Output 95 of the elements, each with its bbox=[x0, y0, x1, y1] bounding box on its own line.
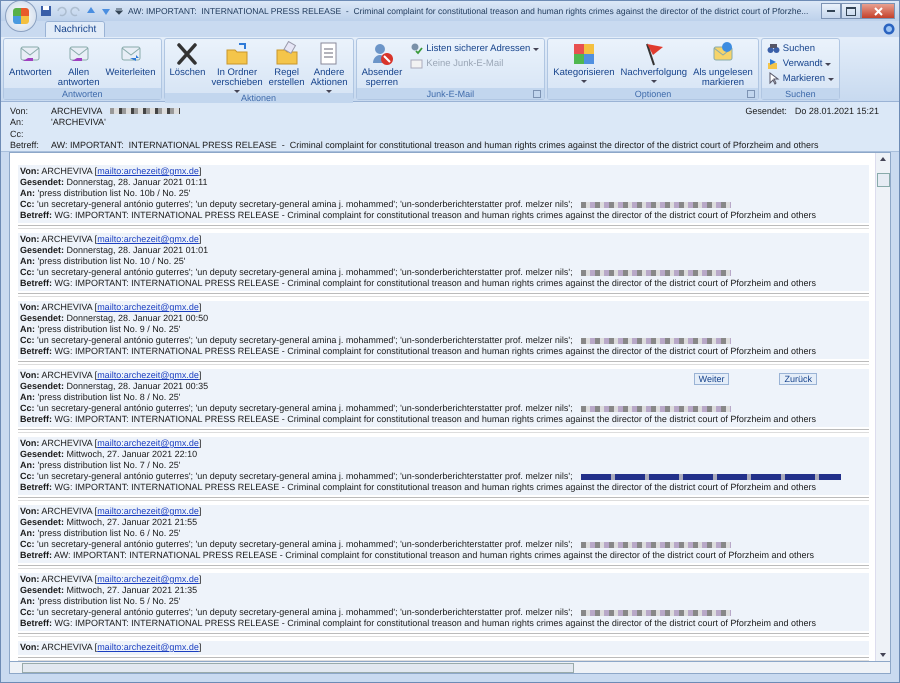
sender-line: Von: ARCHEVIVA [mailto:archezeit@gmx.de] bbox=[20, 642, 202, 653]
close-button[interactable] bbox=[861, 3, 895, 19]
header-label: Betreff: bbox=[10, 140, 40, 150]
sender-line: Von: ARCHEVIVA [mailto:archezeit@gmx.de] bbox=[20, 302, 202, 313]
header-line: Gesendet: Mittwoch, 27. Januar 2021 21:55 bbox=[20, 517, 198, 528]
sender-line: Von: ARCHEVIVA [mailto:archezeit@gmx.de] bbox=[20, 166, 202, 177]
header-line: Gesendet: Mittwoch, 27. Januar 2021 21:35 bbox=[20, 585, 198, 596]
email-link[interactable]: mailto:archezeit@gmx.de bbox=[97, 574, 199, 584]
header-label: Cc: bbox=[10, 128, 24, 139]
ribbon-button[interactable]: Suchen bbox=[764, 41, 818, 56]
header-line: Betreff: WG: IMPORTANT: INTERNATIONAL PRESS RELEASE - Criminal complaint for constitutional treason and human rights crimes against the director of the district court of Pforzheim and others bbox=[20, 346, 816, 357]
caret-icon bbox=[650, 80, 657, 83]
ribbon-button[interactable]: Absender sperren bbox=[358, 41, 406, 88]
header-line: An: 'press distribution list No. 9 / No. 25' bbox=[20, 324, 180, 335]
ribbon-button[interactable]: Kategorisieren bbox=[550, 41, 618, 83]
window-title: AW: IMPORTANT: INTERNATIONAL PRESS RELEASE - Criminal complaint for constitutional treason and human rights crimes against the director of the district court of Pforzhe... bbox=[128, 6, 810, 16]
dialog-launcher-icon[interactable] bbox=[533, 90, 542, 98]
group-label: Junk-E-Mail bbox=[426, 88, 474, 98]
caret-icon bbox=[828, 78, 834, 81]
header-value: Do 28.01.2021 15:21 bbox=[794, 106, 879, 116]
caret-icon bbox=[580, 80, 587, 83]
header-line: Cc: 'un secretary-general antónio guterres'; 'un deputy secretary-general amina j. mohammed'; 'un-sonderberichterstatter prof. melzer nils'; bbox=[20, 403, 573, 414]
header-line: Cc: 'un secretary-general antónio guterres'; 'un deputy secretary-general amina j. mohammed'; 'un-sonderberichterstatter prof. melzer nils'; bbox=[20, 335, 573, 346]
header-label: An: bbox=[10, 117, 25, 128]
header-line: An: 'press distribution list No. 10b / No. 25' bbox=[20, 188, 191, 199]
sender-line: Von: ARCHEVIVA [mailto:archezeit@gmx.de] bbox=[20, 234, 202, 245]
dialog-launcher-icon[interactable] bbox=[746, 90, 755, 98]
header-line: Cc: 'un secretary-general antónio guterres'; 'un deputy secretary-general amina j. mohammed'; 'un-sonderberichterstatter prof. melzer nils'; bbox=[20, 267, 573, 278]
header-line: An: 'press distribution list No. 10 / No. 25' bbox=[20, 256, 186, 267]
header-value: 'ARCHEVIVA' bbox=[51, 117, 106, 128]
header-line: Betreff: WG: IMPORTANT: INTERNATIONAL PRESS RELEASE - Criminal complaint for constitutional treason and human rights crimes against the director of the district court of Pforzheim and others bbox=[20, 278, 816, 289]
ribbon-button[interactable]: Als ungelesen markieren bbox=[690, 41, 756, 88]
email-link[interactable]: mailto:archezeit@gmx.de bbox=[97, 506, 199, 516]
header-line: Betreff: WG: IMPORTANT: INTERNATIONAL PRESS RELEASE - Criminal complaint for constitutional treason and human rights crimes against the director of the district court of Pforzheim and others bbox=[20, 414, 816, 425]
header-line: Betreff: WG: IMPORTANT: INTERNATIONAL PRESS RELEASE - Criminal complaint for constitutional treason and human rights crimes against the director of the district court of Pforzheim and others bbox=[20, 482, 816, 493]
email-link[interactable]: mailto:archezeit@gmx.de bbox=[97, 438, 199, 448]
header-line: Betreff: WG: IMPORTANT: INTERNATIONAL PRESS RELEASE - Criminal complaint for constitutional treason and human rights crimes against the director of the district court of Pforzheim and others bbox=[20, 618, 816, 629]
header-line: Cc: 'un secretary-general antónio guterres'; 'un deputy secretary-general amina j. mohammed'; 'un-sonderberichterstatter prof. melzer nils'; bbox=[20, 199, 573, 210]
sender-line: Von: ARCHEVIVA [mailto:archezeit@gmx.de] bbox=[20, 506, 202, 517]
ribbon-button[interactable]: Verwandt bbox=[764, 56, 834, 71]
ribbon-tab[interactable]: Nachricht bbox=[45, 21, 106, 37]
save-icon[interactable] bbox=[40, 5, 52, 17]
header-line: An: 'press distribution list No. 6 / No. 25' bbox=[20, 528, 180, 539]
group-label: Optionen bbox=[634, 88, 672, 98]
header-label: Gesendet: bbox=[745, 106, 787, 116]
close-icon bbox=[874, 6, 882, 16]
header-line: Betreff: WG: IMPORTANT: INTERNATIONAL PRESS RELEASE - Criminal complaint for constitutional treason and human rights crimes against the director of the district court of Pforzheim and others bbox=[20, 210, 816, 221]
header-line: Cc: 'un secretary-general antónio guterres'; 'un deputy secretary-general amina j. mohammed'; 'un-sonderberichterstatter prof. melzer nils'; bbox=[20, 607, 573, 618]
email-link[interactable]: mailto:archezeit@gmx.de bbox=[97, 234, 199, 244]
email-link[interactable]: mailto:archezeit@gmx.de bbox=[97, 642, 199, 652]
nav-button[interactable]: Weiter bbox=[694, 373, 730, 385]
ribbon-button[interactable]: Listen sicherer Adressen bbox=[407, 41, 542, 56]
header-line: An: 'press distribution list No. 5 / No. 25' bbox=[20, 596, 180, 607]
ribbon-button[interactable]: Weiterleiten bbox=[102, 41, 159, 78]
group-label: Suchen bbox=[785, 88, 816, 98]
find-icon bbox=[766, 42, 780, 55]
ribbon-button[interactable]: Antworten bbox=[6, 41, 55, 78]
redaction-block bbox=[110, 108, 180, 114]
header-line: Gesendet: Mittwoch, 27. Januar 2021 22:10 bbox=[20, 449, 198, 460]
header-line: Gesendet: Donnerstag, 28. Januar 2021 00:50 bbox=[20, 313, 208, 324]
caret-icon bbox=[825, 63, 832, 66]
email-link[interactable]: mailto:archezeit@gmx.de bbox=[97, 166, 199, 176]
header-line: Cc: 'un secretary-general antónio guterres'; 'un deputy secretary-general amina j. mohammed'; 'un-sonderberichterstatter prof. melzer nils'; bbox=[20, 539, 573, 550]
sender-line: Von: ARCHEVIVA [mailto:archezeit@gmx.de] bbox=[20, 370, 202, 381]
nav-button[interactable]: Zurück bbox=[779, 373, 817, 385]
header-line: An: 'press distribution list No. 7 / No. 25' bbox=[20, 460, 180, 471]
ribbon-button[interactable]: Allen antworten bbox=[54, 41, 103, 88]
sender-line: Von: ARCHEVIVA [mailto:archezeit@gmx.de] bbox=[20, 438, 202, 449]
header-line: Cc: 'un secretary-general antónio guterres'; 'un deputy secretary-general amina j. mohammed'; 'un-sonderberichterstatter prof. melzer nils'; bbox=[20, 471, 573, 482]
group-label: Aktionen bbox=[241, 93, 276, 103]
header-value: AW: IMPORTANT: INTERNATIONAL PRESS RELEASE - Criminal complaint for constitutional treason and human rights crimes against the director of the district court of Pforzheim and others bbox=[51, 140, 818, 150]
redo-icon[interactable] bbox=[70, 5, 82, 17]
header-line: Betreff: AW: IMPORTANT: INTERNATIONAL PRESS RELEASE - Criminal complaint for constitutional treason and human rights crimes against the director of the district court of Pforzheim and others bbox=[20, 550, 814, 561]
ribbon-button[interactable]: Markieren bbox=[764, 71, 838, 86]
email-link[interactable]: mailto:archezeit@gmx.de bbox=[97, 370, 199, 380]
vertical-scrollbar[interactable] bbox=[875, 153, 890, 661]
header-line: Gesendet: Donnerstag, 28. Januar 2021 01:01 bbox=[20, 245, 208, 256]
header-line: Gesendet: Donnerstag, 28. Januar 2021 00:35 bbox=[20, 381, 208, 392]
customize-icon[interactable] bbox=[115, 7, 123, 15]
header-value: ARCHEVIVA bbox=[51, 106, 102, 116]
header-line: An: 'press distribution list No. 8 / No. 25' bbox=[20, 392, 180, 403]
header-line: Gesendet: Donnerstag, 28. Januar 2021 01:11 bbox=[20, 177, 208, 188]
ribbon-button[interactable]: Löschen bbox=[166, 41, 208, 78]
ribbon-button[interactable]: Regel erstellen bbox=[266, 41, 308, 88]
ribbon-button[interactable]: Nachverfolgung bbox=[618, 41, 690, 83]
help-icon[interactable] bbox=[883, 23, 895, 35]
caret-icon bbox=[533, 48, 540, 51]
sender-line: Von: ARCHEVIVA [mailto:archezeit@gmx.de] bbox=[20, 574, 202, 585]
email-link[interactable]: mailto:archezeit@gmx.de bbox=[97, 302, 199, 312]
office-button[interactable] bbox=[5, 1, 37, 32]
maximize-button[interactable] bbox=[841, 3, 861, 19]
minimize-button[interactable] bbox=[821, 3, 841, 19]
horizontal-scrollbar[interactable] bbox=[9, 662, 891, 674]
header-label: Von: bbox=[10, 106, 30, 116]
group-label: Antworten bbox=[62, 88, 103, 98]
